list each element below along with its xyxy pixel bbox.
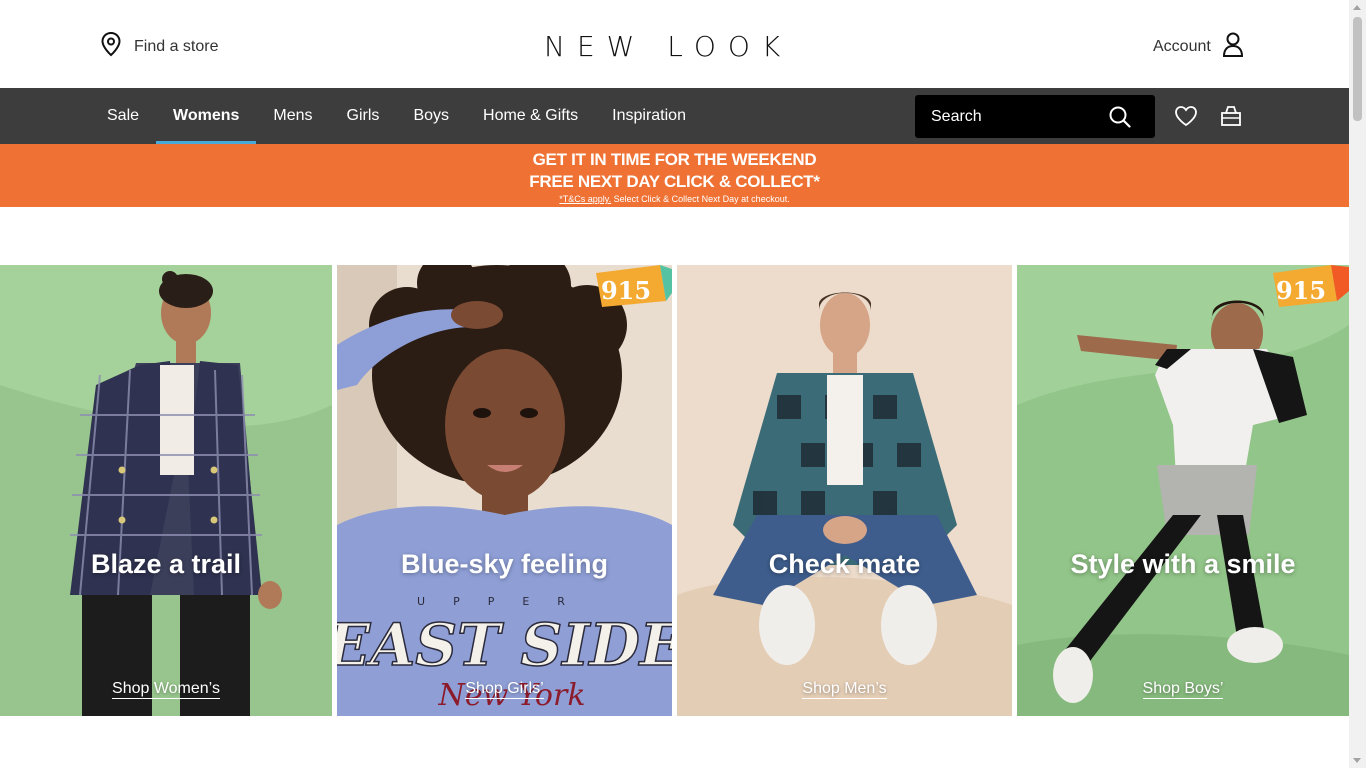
badge-label: 915 bbox=[601, 276, 651, 305]
promo-terms: *T&Cs apply. Select Click & Collect Next… bbox=[0, 194, 1349, 204]
tile-title: Style with a smile bbox=[1070, 549, 1296, 579]
nav-item-inspiration[interactable]: Inspiration bbox=[595, 88, 703, 144]
tile-title: Check mate bbox=[768, 549, 921, 579]
shop-boys-label: Shop Boys’ bbox=[1142, 680, 1224, 699]
promo-terms-text: Select Click & Collect Next Day at check… bbox=[611, 194, 790, 204]
tile-boys[interactable]: 915 Style with a smile Shop Boys’ bbox=[1017, 265, 1349, 716]
tile-womens[interactable]: Blaze a trail Shop Women’s bbox=[0, 265, 332, 716]
nav-item-sale[interactable]: Sale bbox=[90, 88, 156, 144]
account-label: Account bbox=[1153, 37, 1211, 55]
sweatshirt-upper-text: UPPER bbox=[417, 595, 593, 608]
find-store-link[interactable]: Find a store bbox=[100, 31, 218, 62]
girls-hero-image: UPPER EAST SIDE New York bbox=[337, 265, 672, 716]
nav-item-womens[interactable]: Womens bbox=[156, 88, 257, 144]
page-scrollbar[interactable] bbox=[1349, 0, 1366, 768]
bag-icon[interactable] bbox=[1219, 105, 1243, 132]
nav-item-girls[interactable]: Girls bbox=[330, 88, 397, 144]
nav-item-mens[interactable]: Mens bbox=[256, 88, 329, 144]
promo-line-1: GET IT IN TIME FOR THE WEEKEND bbox=[532, 150, 817, 169]
heart-icon[interactable] bbox=[1174, 105, 1198, 132]
shop-mens-link[interactable]: Shop Men’s bbox=[677, 680, 1012, 699]
tile-title: Blaze a trail bbox=[90, 549, 242, 579]
location-pin-icon bbox=[100, 31, 122, 62]
tile-girls[interactable]: UPPER EAST SIDE New York 915 Blue-sky fe… bbox=[337, 265, 672, 716]
shop-womens-link[interactable]: Shop Women’s bbox=[0, 680, 332, 699]
scroll-down-arrow[interactable] bbox=[1353, 758, 1361, 763]
badge-label: 915 bbox=[1276, 276, 1326, 305]
tcs-link[interactable]: *T&Cs apply. bbox=[559, 194, 611, 204]
tile-mens[interactable]: Check mate Shop Men’s bbox=[677, 265, 1012, 716]
search-icon[interactable] bbox=[1109, 106, 1131, 133]
main-nav: Sale Womens Mens Girls Boys Home & Gifts… bbox=[0, 88, 1349, 144]
boys-hero-image bbox=[1017, 265, 1349, 716]
account-link[interactable]: Account bbox=[1153, 31, 1245, 62]
shop-girls-link[interactable]: Shop Girls’ bbox=[337, 680, 672, 699]
promo-line-2: FREE NEXT DAY CLICK & COLLECT* bbox=[529, 172, 820, 191]
nav-item-home-gifts[interactable]: Home & Gifts bbox=[466, 88, 595, 144]
shop-girls-label: Shop Girls’ bbox=[465, 680, 544, 699]
badge-915: 915 bbox=[596, 265, 672, 307]
user-icon bbox=[1221, 31, 1245, 62]
shop-womens-label: Shop Women’s bbox=[112, 680, 220, 699]
badge-915: 915 bbox=[1273, 265, 1349, 307]
shop-boys-link[interactable]: Shop Boys’ bbox=[1017, 680, 1349, 699]
new-look-logo[interactable]: NEW LOOK bbox=[544, 30, 792, 63]
search-input[interactable] bbox=[931, 107, 1101, 126]
scroll-thumb[interactable] bbox=[1353, 17, 1362, 121]
sweatshirt-graphic-text: EAST SIDE bbox=[337, 611, 672, 679]
tile-title: Blue-sky feeling bbox=[400, 549, 609, 579]
find-store-label: Find a store bbox=[134, 37, 219, 55]
shop-mens-label: Shop Men’s bbox=[802, 680, 887, 699]
mens-hero-image bbox=[677, 265, 1012, 716]
scroll-up-arrow[interactable] bbox=[1353, 5, 1361, 10]
womens-hero-image bbox=[0, 265, 332, 716]
nav-items: Sale Womens Mens Girls Boys Home & Gifts… bbox=[90, 88, 703, 144]
top-header: Find a store NEW LOOK Account bbox=[0, 0, 1349, 88]
nav-item-boys[interactable]: Boys bbox=[396, 88, 466, 144]
promo-banner[interactable]: GET IT IN TIME FOR THE WEEKEND FREE NEXT… bbox=[0, 144, 1349, 207]
search-box bbox=[915, 95, 1155, 138]
